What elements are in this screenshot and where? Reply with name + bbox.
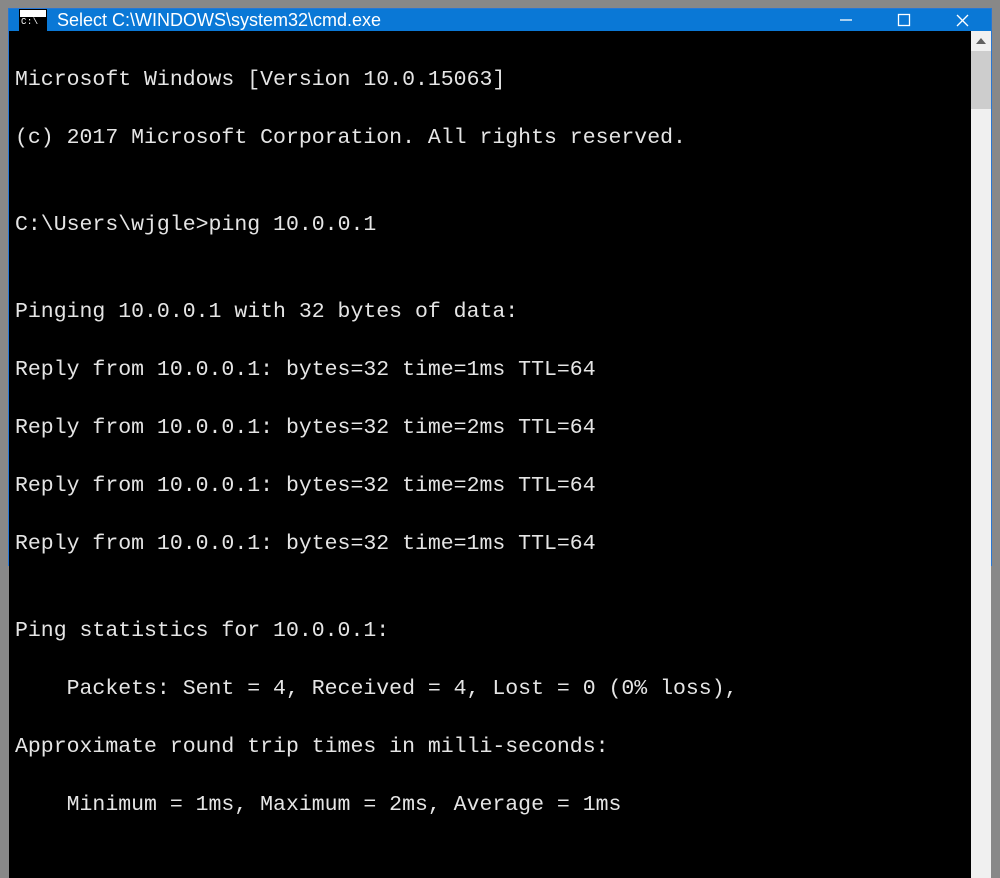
stats-header: Ping statistics for 10.0.0.1:: [15, 617, 971, 646]
ping-reply: Reply from 10.0.0.1: bytes=32 time=2ms T…: [15, 414, 971, 443]
maximize-button[interactable]: [875, 9, 933, 31]
titlebar[interactable]: C:\ Select C:\WINDOWS\system32\cmd.exe: [9, 9, 991, 31]
minimize-button[interactable]: [817, 9, 875, 31]
ping-reply: Reply from 10.0.0.1: bytes=32 time=1ms T…: [15, 356, 971, 385]
cmd-window: C:\ Select C:\WINDOWS\system32\cmd.exe M…: [8, 8, 992, 566]
window-title: Select C:\WINDOWS\system32\cmd.exe: [57, 10, 817, 31]
close-button[interactable]: [933, 9, 991, 31]
scroll-thumb[interactable]: [971, 51, 991, 109]
cmd-icon: C:\: [19, 9, 47, 31]
copyright-line: (c) 2017 Microsoft Corporation. All righ…: [15, 124, 971, 153]
vertical-scrollbar[interactable]: [971, 31, 991, 878]
stats-packets: Packets: Sent = 4, Received = 4, Lost = …: [15, 675, 971, 704]
prompt-line: C:\Users\wjgle>ping 10.0.0.1: [15, 211, 971, 240]
scroll-up-arrow[interactable]: [971, 31, 991, 51]
window-body: Microsoft Windows [Version 10.0.15063] (…: [9, 31, 991, 878]
command: ping 10.0.0.1: [209, 213, 377, 237]
ping-header: Pinging 10.0.0.1 with 32 bytes of data:: [15, 298, 971, 327]
version-line: Microsoft Windows [Version 10.0.15063]: [15, 66, 971, 95]
rtt-values: Minimum = 1ms, Maximum = 2ms, Average = …: [15, 791, 971, 820]
ping-reply: Reply from 10.0.0.1: bytes=32 time=1ms T…: [15, 530, 971, 559]
ping-reply: Reply from 10.0.0.1: bytes=32 time=2ms T…: [15, 472, 971, 501]
rtt-header: Approximate round trip times in milli-se…: [15, 733, 971, 762]
prompt: C:\Users\wjgle>: [15, 213, 209, 237]
terminal-output[interactable]: Microsoft Windows [Version 10.0.15063] (…: [9, 31, 971, 878]
